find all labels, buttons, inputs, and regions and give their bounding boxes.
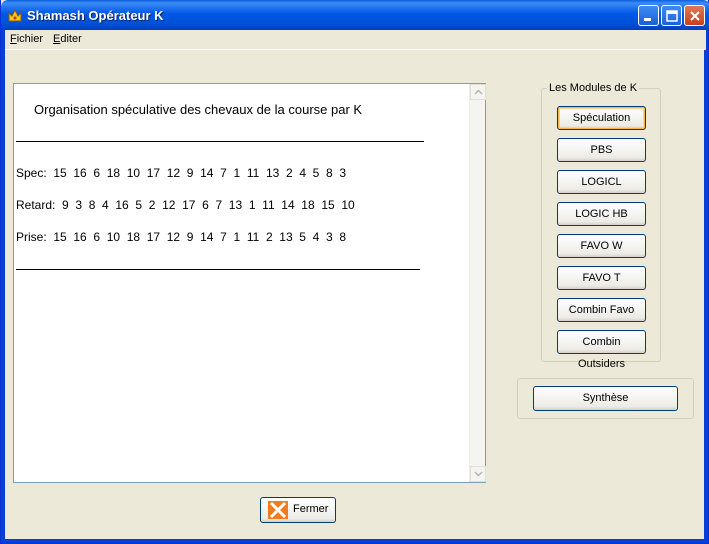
menu-separator bbox=[5, 49, 706, 50]
divider-bottom bbox=[16, 269, 420, 270]
logicl-button[interactable]: LOGICL bbox=[557, 170, 646, 194]
divider-top bbox=[16, 141, 424, 142]
maximize-button[interactable] bbox=[661, 5, 682, 26]
close-button[interactable] bbox=[684, 5, 705, 26]
close-icon bbox=[690, 11, 700, 21]
menu-editer[interactable]: Editer bbox=[53, 33, 82, 45]
scroll-up-button[interactable] bbox=[470, 84, 486, 100]
menu-fichier-accesskey: F bbox=[10, 33, 17, 45]
results-heading: Organisation spéculative des chevaux de … bbox=[34, 102, 363, 117]
window-title: Shamash Opérateur K bbox=[27, 8, 164, 23]
speculation-button[interactable]: Spéculation bbox=[557, 106, 646, 130]
synthese-button[interactable]: Synthèse bbox=[533, 386, 678, 411]
chevron-down-icon bbox=[474, 471, 483, 477]
prise-line: Prise: 15 16 6 10 18 17 12 9 14 7 1 11 2… bbox=[16, 230, 346, 244]
menu-fichier-label: ichier bbox=[16, 33, 44, 45]
favo-w-button[interactable]: FAVO W bbox=[557, 234, 646, 258]
fermer-button[interactable]: Fermer bbox=[260, 497, 336, 523]
combin-favo-button[interactable]: Combin Favo bbox=[557, 298, 646, 322]
window-frame-left bbox=[1, 30, 5, 543]
fermer-label: Fermer bbox=[293, 503, 329, 515]
spec-line: Spec: 15 16 6 18 10 17 12 9 14 7 1 11 13… bbox=[16, 166, 347, 180]
logic-hb-button[interactable]: LOGIC HB bbox=[557, 202, 646, 226]
menu-fichier[interactable]: Fichier bbox=[10, 33, 43, 45]
vertical-scrollbar[interactable] bbox=[469, 84, 486, 482]
favo-t-button[interactable]: FAVO T bbox=[557, 266, 646, 290]
window-frame-right bbox=[704, 30, 708, 543]
app-window: Shamash Opérateur K Fichier Editer Organ… bbox=[0, 0, 709, 544]
pbs-button[interactable]: PBS bbox=[557, 138, 646, 162]
results-text-panel[interactable]: Organisation spéculative des chevaux de … bbox=[13, 83, 486, 483]
menu-editer-label: diter bbox=[60, 33, 82, 45]
minimize-icon bbox=[644, 18, 651, 21]
close-x-icon bbox=[268, 501, 288, 519]
chevron-up-icon bbox=[474, 89, 483, 95]
scroll-down-button[interactable] bbox=[470, 466, 486, 482]
title-bar[interactable]: Shamash Opérateur K bbox=[1, 0, 709, 30]
results-text-area[interactable]: Organisation spéculative des chevaux de … bbox=[14, 84, 469, 482]
combin-outsiders-button[interactable]: Combin Outsiders bbox=[557, 330, 646, 370]
maximize-icon bbox=[666, 10, 678, 22]
menu-bar: Fichier Editer bbox=[5, 30, 706, 49]
retard-line: Retard: 9 3 8 4 16 5 2 12 17 6 7 13 1 11… bbox=[16, 198, 355, 212]
modules-group-label: Les Modules de K bbox=[547, 82, 640, 94]
minimize-button[interactable] bbox=[638, 5, 659, 26]
app-icon bbox=[8, 8, 22, 22]
